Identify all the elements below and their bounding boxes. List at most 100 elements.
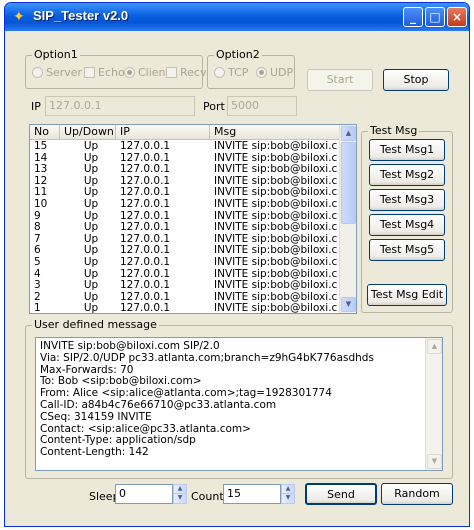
spin-down-icon: ▼ — [177, 494, 183, 501]
cell-updown: Up — [83, 268, 99, 280]
testmsg-label: Test Msg — [368, 124, 420, 137]
checkbox-icon — [166, 67, 177, 78]
table-row[interactable]: 8 Up 127.0.0.1 INVITE sip:bob@biloxi.c... — [30, 222, 340, 234]
message-line: Via: SIP/2.0/UDP pc33.atlanta.com;branch… — [40, 351, 374, 364]
cell-no: 12 — [34, 175, 48, 187]
cell-ip: 127.0.0.1 — [120, 199, 171, 210]
count-spinner[interactable]: ▲ ▼ — [281, 484, 295, 504]
sleep-spinner[interactable]: ▲ ▼ — [173, 484, 187, 504]
table-row[interactable]: 15 Up 127.0.0.1 INVITE sip:bob@biloxi.c... — [30, 141, 340, 153]
cell-ip: 127.0.0.1 — [120, 210, 171, 222]
udp-radio[interactable]: UDP — [256, 66, 293, 79]
spin-up-icon: ▲ — [282, 485, 294, 494]
cell-msg: INVITE sip:bob@biloxi.c... — [214, 210, 338, 222]
cell-ip: 127.0.0.1 — [120, 175, 171, 187]
recv-checkbox[interactable]: Recv — [166, 66, 206, 79]
test-msg4-button[interactable]: Test Msg4 — [369, 214, 445, 236]
column-ip[interactable]: IP — [116, 125, 210, 140]
cell-updown: Up — [83, 164, 99, 176]
cell-updown: Up — [83, 199, 99, 210]
list-scrollbar[interactable]: ▲ ▼ — [339, 125, 356, 313]
column-msg[interactable]: Msg — [210, 125, 340, 140]
list-header: No Up/Down IP Msg — [30, 125, 340, 140]
cell-msg: INVITE sip:bob@biloxi.c... — [214, 222, 338, 234]
cell-updown: Up — [83, 303, 99, 314]
start-button[interactable]: Start — [307, 69, 373, 91]
test-msg5-button[interactable]: Test Msg5 — [369, 239, 445, 261]
cell-msg: INVITE sip:bob@biloxi.c... — [214, 164, 338, 176]
scroll-up-icon[interactable]: ▲ — [341, 126, 356, 141]
test-msg2-button[interactable]: Test Msg2 — [369, 164, 445, 186]
option1-label: Option1 — [32, 48, 80, 61]
cell-updown: Up — [83, 152, 99, 164]
radio-icon — [214, 67, 225, 78]
table-row[interactable]: 1 Up 127.0.0.1 INVITE sip:bob@biloxi.c... — [30, 303, 340, 314]
table-row[interactable]: 6 Up 127.0.0.1 INVITE sip:bob@biloxi.c... — [30, 245, 340, 257]
column-updown[interactable]: Up/Down — [60, 125, 116, 140]
app-window: ✦ SIP_Tester v2.0 _ □ × Option1 Server E… — [4, 2, 470, 527]
title-bar[interactable]: ✦ SIP_Tester v2.0 _ □ × — [5, 3, 469, 31]
connection-list[interactable]: No Up/Down IP Msg 15 Up 127.0.0.1 INVITE si… — [29, 124, 357, 314]
cell-no: 10 — [34, 199, 48, 210]
table-row[interactable]: 9 Up 127.0.0.1 INVITE sip:bob@biloxi.c... — [30, 211, 340, 223]
scroll-down-icon[interactable]: ▼ — [427, 454, 442, 469]
ip-field[interactable]: 127.0.0.1 — [45, 96, 195, 116]
test-msg1-button[interactable]: Test Msg1 — [369, 139, 445, 161]
cell-updown: Up — [83, 257, 99, 268]
option2-group: Option2 TCP UDP — [207, 48, 295, 89]
table-row[interactable]: 3 Up 127.0.0.1 INVITE sip:bob@biloxi.c... — [30, 280, 340, 292]
cell-msg: INVITE sip:bob@biloxi.c... — [214, 175, 338, 187]
scroll-thumb[interactable] — [341, 142, 356, 224]
port-field[interactable]: 5000 — [227, 96, 297, 116]
scroll-down-icon[interactable]: ▼ — [341, 297, 356, 312]
minimize-button[interactable]: _ — [403, 7, 423, 27]
cell-ip: 127.0.0.1 — [120, 268, 171, 280]
scroll-up-icon[interactable]: ▲ — [427, 339, 442, 354]
cell-no: 1 — [34, 303, 41, 314]
sleep-input[interactable]: 0 — [115, 484, 173, 504]
test-msg-edit-button[interactable]: Test Msg Edit — [367, 284, 447, 306]
client-radio[interactable]: Client — [124, 66, 170, 79]
table-row[interactable]: 2 Up 127.0.0.1 INVITE sip:bob@biloxi.c... — [30, 292, 340, 304]
cell-msg: INVITE sip:bob@biloxi.c... — [214, 245, 338, 257]
cell-updown: Up — [83, 222, 99, 234]
table-row[interactable]: 12 Up 127.0.0.1 INVITE sip:bob@biloxi.c... — [30, 176, 340, 188]
close-button[interactable]: × — [447, 7, 467, 27]
table-row[interactable]: 13 Up 127.0.0.1 INVITE sip:bob@biloxi.c... — [30, 164, 340, 176]
cell-ip: 127.0.0.1 — [120, 164, 171, 176]
table-row[interactable]: 10 Up 127.0.0.1 INVITE sip:bob@biloxi.c... — [30, 199, 340, 211]
cell-msg: INVITE sip:bob@biloxi.c... — [214, 257, 338, 268]
column-no[interactable]: No — [30, 125, 60, 140]
send-button[interactable]: Send — [305, 483, 377, 505]
cell-updown: Up — [83, 210, 99, 222]
test-msg3-button[interactable]: Test Msg3 — [369, 189, 445, 211]
random-button[interactable]: Random — [381, 483, 453, 505]
cell-no: 4 — [34, 268, 41, 280]
cell-msg: INVITE sip:bob@biloxi.c... — [214, 280, 338, 292]
user-message-textarea[interactable]: INVITE sip:bob@biloxi.com SIP/2.0 Via: SI… — [35, 337, 443, 471]
table-row[interactable]: 14 Up 127.0.0.1 INVITE sip:bob@biloxi.c... — [30, 153, 340, 165]
message-scrollbar[interactable]: ▲ ▼ — [425, 338, 442, 470]
table-row[interactable]: 11 Up 127.0.0.1 INVITE sip:bob@biloxi.c... — [30, 187, 340, 199]
cell-msg: INVITE sip:bob@biloxi.c... — [214, 187, 338, 199]
cell-ip: 127.0.0.1 — [120, 257, 171, 268]
server-radio[interactable]: Server — [32, 66, 82, 79]
cell-msg: INVITE sip:bob@biloxi.c... — [214, 141, 338, 152]
message-line: INVITE sip:bob@biloxi.com SIP/2.0 — [40, 340, 220, 352]
table-row[interactable]: 5 Up 127.0.0.1 INVITE sip:bob@biloxi.c... — [30, 257, 340, 269]
message-line: Content-Length: 142 — [40, 446, 149, 459]
port-label: Port — [203, 100, 225, 113]
option2-label: Option2 — [214, 48, 262, 61]
maximize-button[interactable]: □ — [425, 7, 445, 27]
count-label: Count — [191, 490, 224, 503]
spin-up-icon: ▲ — [174, 485, 186, 494]
stop-button[interactable]: Stop — [383, 69, 449, 91]
tcp-radio[interactable]: TCP — [214, 66, 248, 79]
user-message-label: User defined message — [32, 318, 159, 331]
option1-group: Option1 Server Echo Client Recv — [25, 48, 206, 89]
table-row[interactable]: 7 Up 127.0.0.1 INVITE sip:bob@biloxi.c... — [30, 234, 340, 246]
echo-checkbox[interactable]: Echo — [84, 66, 125, 79]
radio-icon — [32, 67, 43, 78]
count-input[interactable]: 15 — [223, 484, 281, 504]
table-row[interactable]: 4 Up 127.0.0.1 INVITE sip:bob@biloxi.c... — [30, 269, 340, 281]
